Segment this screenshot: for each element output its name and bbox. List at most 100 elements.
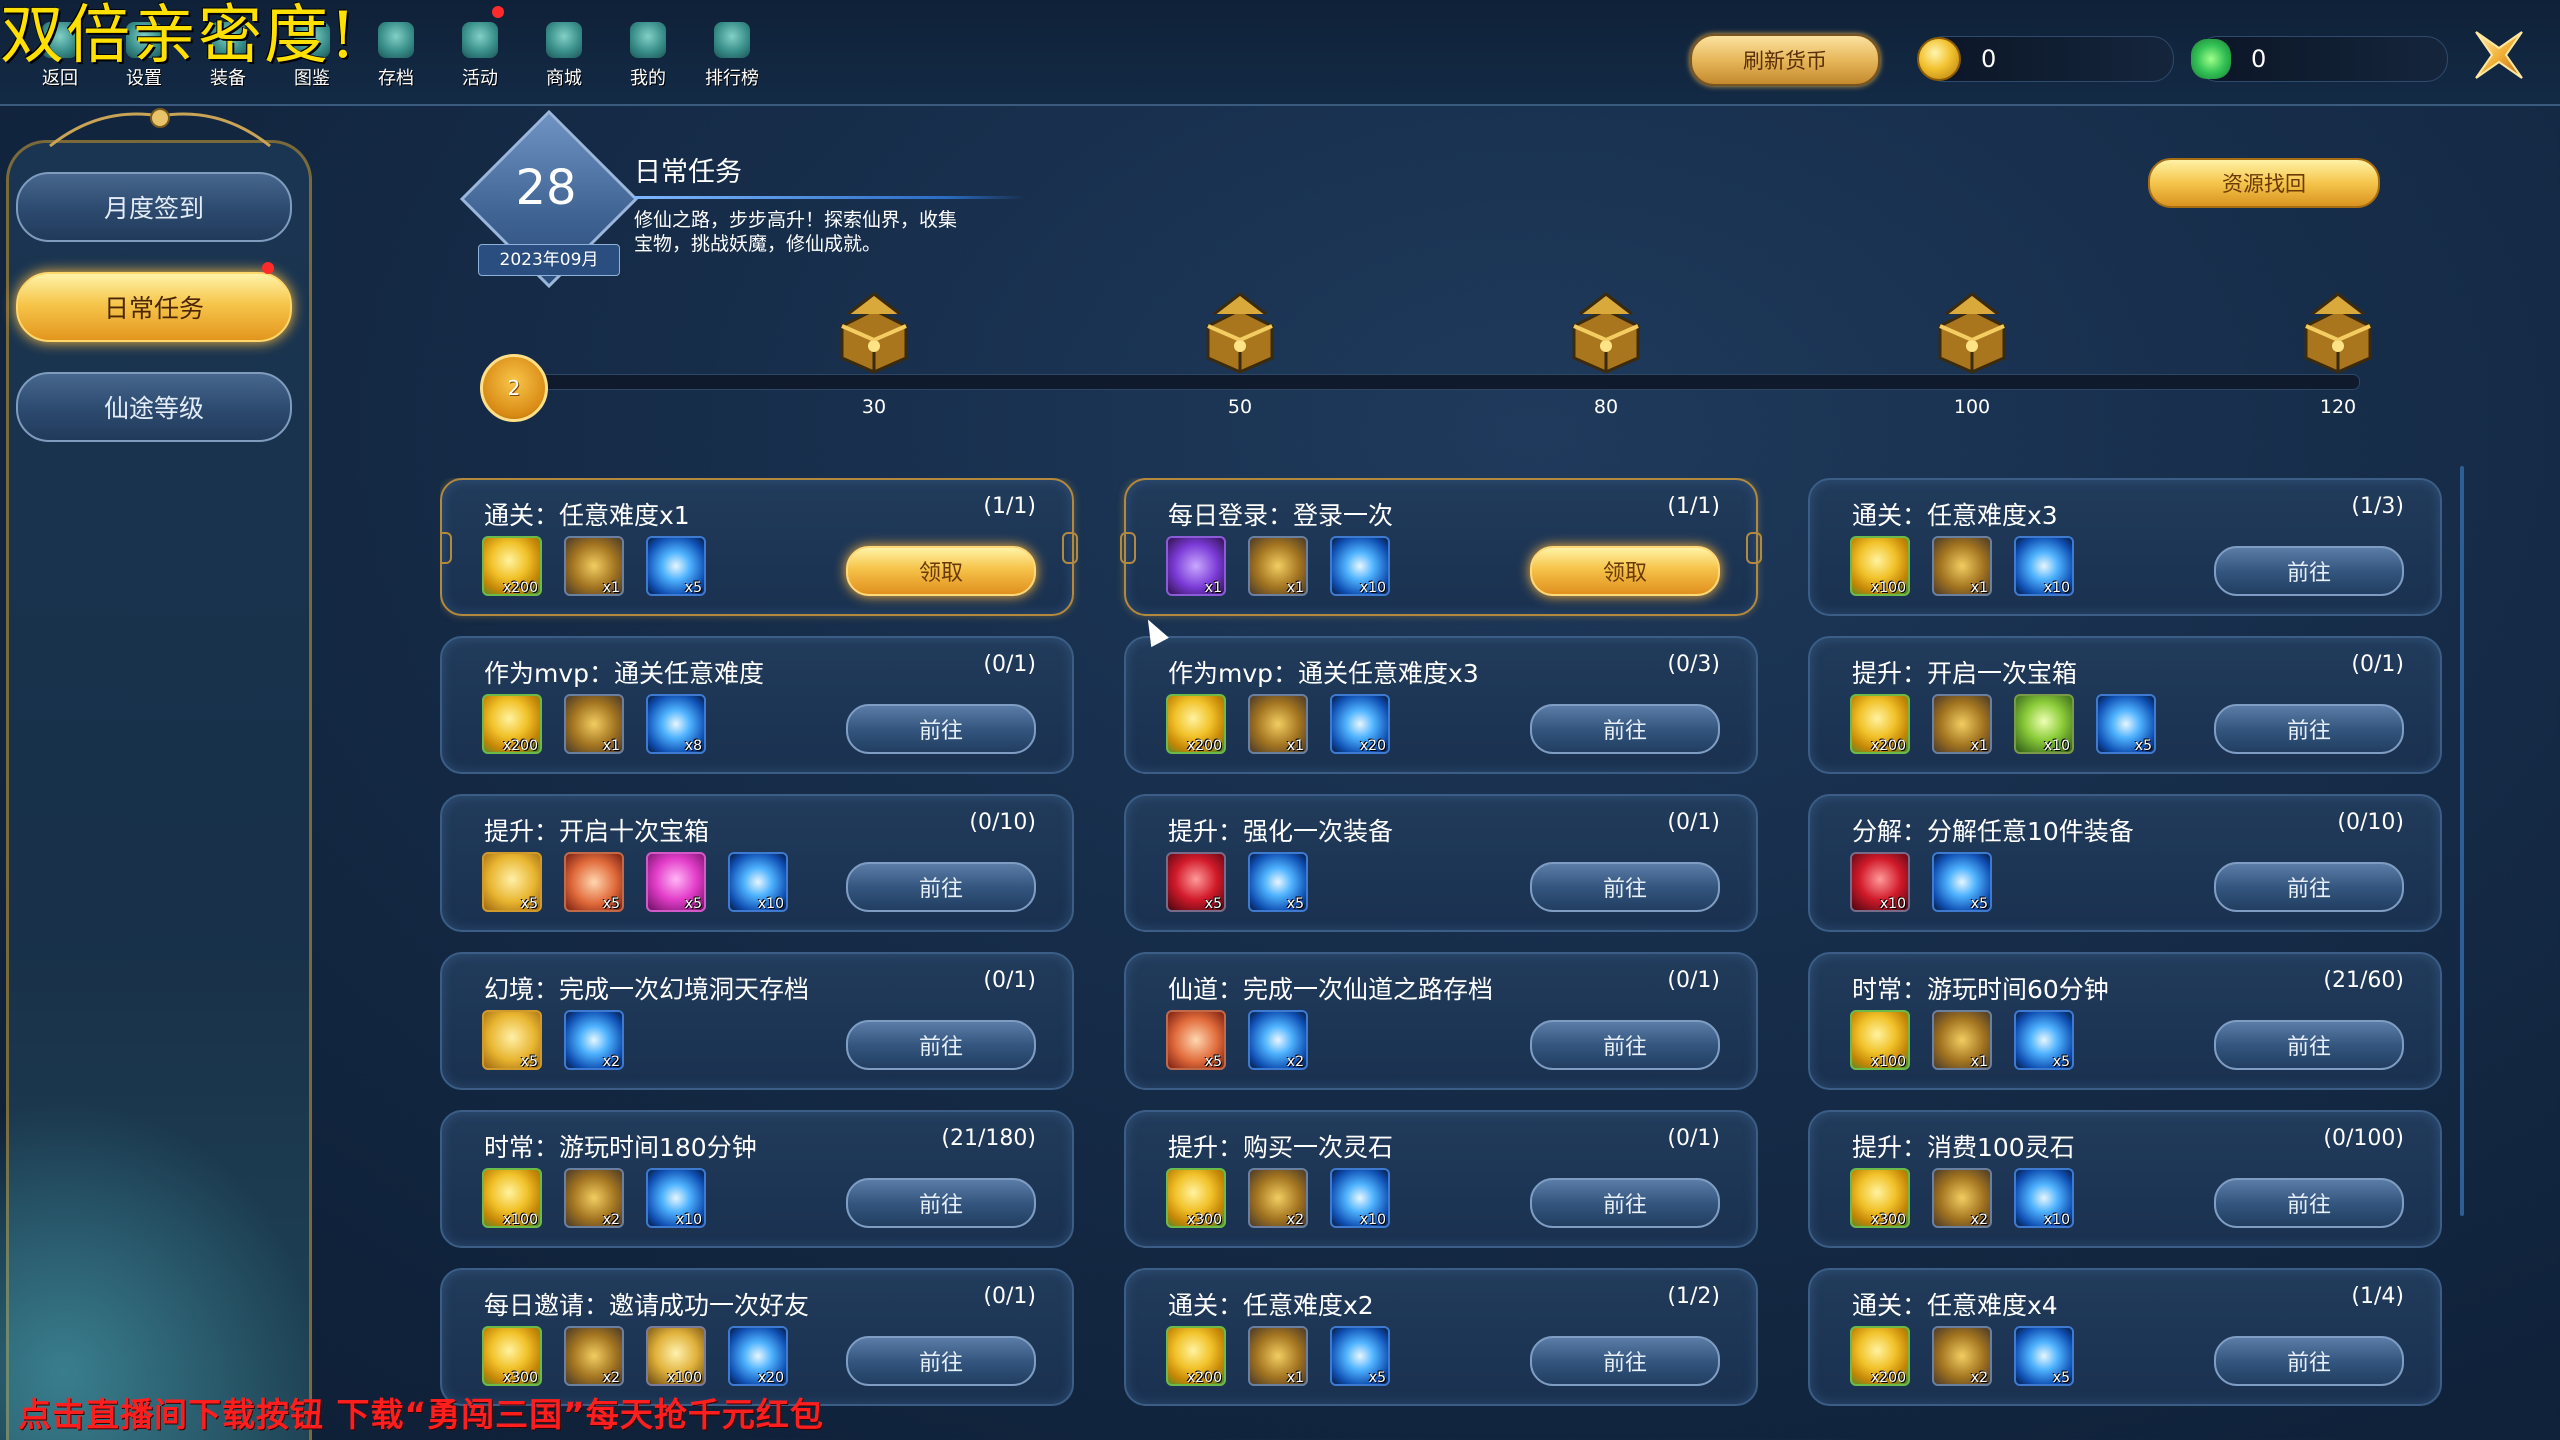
reward-list: x5 x5 x5 x10: [482, 852, 788, 912]
goto-button[interactable]: 前往: [2214, 862, 2404, 912]
reward-chest-icon[interactable]: x2: [564, 1168, 624, 1228]
goto-button[interactable]: 前往: [2214, 1178, 2404, 1228]
task-card: 仙道：完成一次仙道之路存档 (0/1) x5 x2 前往: [1124, 952, 1758, 1090]
goto-button[interactable]: 前往: [846, 1020, 1036, 1070]
reward-coin-icon[interactable]: x100: [1850, 1010, 1910, 1070]
reward-chest-icon[interactable]: x2: [564, 1326, 624, 1386]
milestone-chest-120[interactable]: [2292, 284, 2384, 380]
nav-profile[interactable]: 我的: [606, 10, 690, 90]
reward-chest-icon[interactable]: x2: [1932, 1168, 1992, 1228]
reward-chest-icon[interactable]: x1: [564, 694, 624, 754]
reward-qty: x20: [1359, 738, 1386, 754]
goto-button[interactable]: 前往: [846, 862, 1036, 912]
goto-button[interactable]: 前往: [846, 1336, 1036, 1386]
resource-recovery-button[interactable]: 资源找回: [2148, 158, 2380, 208]
reward-coin-icon[interactable]: x300: [482, 1326, 542, 1386]
reward-coin-icon[interactable]: x200: [482, 694, 542, 754]
reward-chest-icon[interactable]: x1: [1248, 536, 1308, 596]
reward-coin-icon[interactable]: x200: [1850, 694, 1910, 754]
reward-orb-icon[interactable]: x10: [1330, 1168, 1390, 1228]
sidebar-item-path-level[interactable]: 仙途等级: [16, 372, 292, 442]
sidebar-item-monthly-checkin[interactable]: 月度签到: [16, 172, 292, 242]
reward-sword-icon[interactable]: x1: [1166, 536, 1226, 596]
reward-qty: x2: [1970, 1212, 1988, 1228]
refresh-currency-button[interactable]: 刷新货币: [1690, 34, 1880, 86]
close-icon[interactable]: [2470, 26, 2528, 84]
reward-book-icon[interactable]: x5: [1166, 1010, 1226, 1070]
reward-chest-icon[interactable]: x2: [1248, 1168, 1308, 1228]
reward-orb-icon[interactable]: x5: [2014, 1010, 2074, 1070]
reward-chest-icon[interactable]: x1: [1932, 694, 1992, 754]
nav-ranking[interactable]: 排行榜: [690, 10, 774, 90]
reward-coin-icon[interactable]: x200: [1166, 694, 1226, 754]
goto-button[interactable]: 前往: [2214, 1020, 2404, 1070]
reward-qty: x300: [1186, 1212, 1222, 1228]
reward-orb-icon[interactable]: x10: [2014, 1168, 2074, 1228]
goto-button[interactable]: 前往: [1530, 704, 1720, 754]
reward-chest-icon[interactable]: x2: [1932, 1326, 1992, 1386]
goto-button[interactable]: 前往: [1530, 1178, 1720, 1228]
goto-button[interactable]: 前往: [846, 1178, 1036, 1228]
reward-chest-icon[interactable]: x1: [1932, 536, 1992, 596]
task-card: 每日邀请：邀请成功一次好友 (0/1) x300 x2 x100 x20 前往: [440, 1268, 1074, 1406]
nav-save[interactable]: 存档: [354, 10, 438, 90]
reward-list: x300 x2 x10: [1166, 1168, 1390, 1228]
reward-scroll-icon[interactable]: x100: [646, 1326, 706, 1386]
reward-chest-icon[interactable]: x1: [1932, 1010, 1992, 1070]
reward-orb-icon[interactable]: x10: [2014, 536, 2074, 596]
reward-qty: x5: [684, 896, 702, 912]
reward-coin-icon[interactable]: x100: [1850, 536, 1910, 596]
reward-orb-icon[interactable]: x20: [1330, 694, 1390, 754]
milestone-chest-100[interactable]: [1926, 284, 2018, 380]
goto-button[interactable]: 前往: [1530, 862, 1720, 912]
reward-orb-icon[interactable]: x8: [646, 694, 706, 754]
reward-chest-icon[interactable]: x1: [1248, 694, 1308, 754]
reward-chest-icon[interactable]: x1: [1248, 1326, 1308, 1386]
reward-ruby-icon[interactable]: x10: [1850, 852, 1910, 912]
reward-orb-icon[interactable]: x2: [564, 1010, 624, 1070]
reward-coin-icon[interactable]: x200: [1166, 1326, 1226, 1386]
nav-event[interactable]: 活动: [438, 6, 522, 90]
milestone-chest-50[interactable]: [1194, 284, 1286, 380]
reward-orb-icon[interactable]: x10: [1330, 536, 1390, 596]
reward-shield-icon[interactable]: x5: [482, 852, 542, 912]
claim-button[interactable]: 领取: [1530, 546, 1720, 596]
reward-orb-icon[interactable]: x20: [728, 1326, 788, 1386]
reward-ruby-icon[interactable]: x5: [1166, 852, 1226, 912]
goto-button[interactable]: 前往: [1530, 1336, 1720, 1386]
sidebar-item-daily-tasks[interactable]: 日常任务: [16, 272, 292, 342]
goto-button[interactable]: 前往: [2214, 704, 2404, 754]
reward-orb-icon[interactable]: x5: [2014, 1326, 2074, 1386]
reward-coin-icon[interactable]: x100: [482, 1168, 542, 1228]
reward-coin-icon[interactable]: x300: [1166, 1168, 1226, 1228]
goto-button[interactable]: 前往: [2214, 1336, 2404, 1386]
reward-orb-icon[interactable]: x5: [1932, 852, 1992, 912]
claim-button[interactable]: 领取: [846, 546, 1036, 596]
reward-orb-icon[interactable]: x2: [1248, 1010, 1308, 1070]
goto-button[interactable]: 前往: [846, 704, 1036, 754]
reward-orb-icon[interactable]: x10: [728, 852, 788, 912]
reward-orb-icon[interactable]: x10: [646, 1168, 706, 1228]
reward-orb-icon[interactable]: x5: [1248, 852, 1308, 912]
milestone-chest-30[interactable]: [828, 284, 920, 380]
reward-book-icon[interactable]: x5: [564, 852, 624, 912]
reward-coin-icon[interactable]: x200: [1850, 1326, 1910, 1386]
nav-shop[interactable]: 商城: [522, 10, 606, 90]
reward-orb-icon[interactable]: x5: [1330, 1326, 1390, 1386]
reward-gem-icon[interactable]: x5: [646, 852, 706, 912]
reward-shield-icon[interactable]: x5: [482, 1010, 542, 1070]
reward-qty: x5: [2052, 1054, 2070, 1070]
reward-qty: x10: [2043, 738, 2070, 754]
milestone-chest-80[interactable]: [1560, 284, 1652, 380]
date-day: 28: [515, 160, 577, 216]
reward-spirit-icon[interactable]: x10: [2014, 694, 2074, 754]
goto-button[interactable]: 前往: [2214, 546, 2404, 596]
reward-coin-icon[interactable]: x300: [1850, 1168, 1910, 1228]
reward-orb-icon[interactable]: x5: [646, 536, 706, 596]
reward-coin-icon[interactable]: x200: [482, 536, 542, 596]
scrollbar[interactable]: [2460, 466, 2464, 1216]
goto-button[interactable]: 前往: [1530, 1020, 1720, 1070]
reward-chest-icon[interactable]: x1: [564, 536, 624, 596]
reward-qty: x2: [1286, 1054, 1304, 1070]
reward-orb-icon[interactable]: x5: [2096, 694, 2156, 754]
